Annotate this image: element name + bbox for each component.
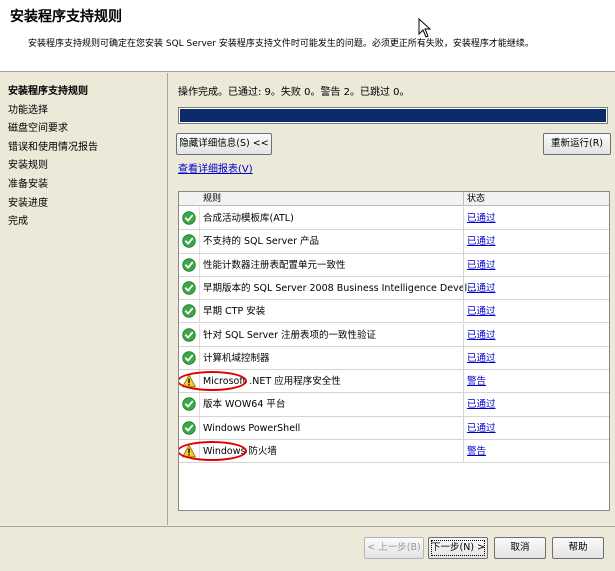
- sidebar-item-complete[interactable]: 完成: [0, 213, 167, 232]
- rule-name: 性能计数器注册表配置单元一致性: [203, 259, 346, 271]
- mouse-cursor-icon: [418, 18, 432, 38]
- previous-button[interactable]: < 上一步(B): [364, 537, 424, 559]
- check-icon: [182, 234, 196, 248]
- check-icon: [182, 351, 196, 365]
- table-row: 早期版本的 SQL Server 2008 Business Intellige…: [179, 276, 609, 301]
- progress-bar-fill: [180, 109, 606, 122]
- rule-name: 版本 WOW64 平台: [203, 399, 286, 411]
- rule-name: 不支持的 SQL Server 产品: [203, 236, 320, 248]
- sidebar-item-error-reporting[interactable]: 错误和使用情况报告: [0, 139, 167, 158]
- cancel-button[interactable]: 取消: [494, 537, 546, 559]
- check-icon: [182, 257, 196, 272]
- check-icon: [182, 397, 196, 412]
- rule-name: 早期 CTP 安装: [203, 306, 266, 318]
- rule-status-link[interactable]: 已通过: [467, 393, 496, 416]
- table-row: Windows 防火墙 警告: [179, 440, 609, 464]
- rules-table: 规则 状态 合成活动模板库(ATL) 已通过 不支持的 SQL Server 产品已…: [178, 191, 610, 511]
- table-row: 版本 WOW64 平台 已通过: [179, 393, 609, 417]
- next-button[interactable]: 下一步(N) >: [428, 537, 488, 559]
- table-row: 不支持的 SQL Server 产品 已通过: [179, 230, 609, 254]
- rule-name: Windows 防火墙: [203, 446, 277, 457]
- table-row: 性能计数器注册表配置单元一致性 已通过: [179, 253, 609, 277]
- table-row: Microsoft .NET 应用程序安全性 警告: [179, 370, 609, 394]
- sidebar-item-ready-to-install[interactable]: 准备安装: [0, 176, 167, 195]
- table-row: 合成活动模板库(ATL) 已通过: [179, 207, 609, 231]
- sidebar-item-disk-space[interactable]: 磁盘空间要求: [0, 120, 167, 139]
- check-icon: [182, 420, 196, 435]
- rule-name: Microsoft .NET 应用程序安全性: [203, 376, 341, 388]
- sidebar-item-install-progress[interactable]: 安装进度: [0, 195, 167, 214]
- column-header-status[interactable]: 状态: [467, 192, 485, 206]
- warning-icon: [181, 444, 197, 458]
- page-title: 安装程序支持规则: [10, 9, 122, 25]
- check-icon: [182, 327, 196, 342]
- page-description: 安装程序支持规则可确定在您安装 SQL Server 安装程序支持文件时可能发生…: [28, 39, 534, 49]
- rule-status-link[interactable]: 已通过: [467, 324, 496, 347]
- progress-bar: [178, 107, 608, 124]
- sidebar-item-support-rules[interactable]: 安装程序支持规则: [0, 83, 167, 102]
- sidebar-item-feature-selection[interactable]: 功能选择: [0, 102, 167, 121]
- sidebar-item-install-rules[interactable]: 安装规则: [0, 157, 167, 176]
- main-panel: 操作完成。已通过: 9。失败 0。警告 2。已跳过 0。 隐藏详细信息(S) <…: [170, 73, 615, 525]
- table-header: 规则 状态: [179, 192, 609, 206]
- rerun-button[interactable]: 重新运行(R): [543, 133, 611, 155]
- help-button[interactable]: 帮助: [552, 537, 604, 559]
- rule-status-link[interactable]: 已通过: [467, 300, 496, 323]
- view-report-link[interactable]: 查看详细报表(V): [178, 160, 253, 175]
- rule-name: 针对 SQL Server 注册表项的一致性验证: [203, 329, 377, 341]
- rule-name: 合成活动模板库(ATL): [203, 213, 294, 224]
- column-header-rule[interactable]: 规则: [203, 192, 221, 206]
- hide-details-button[interactable]: 隐藏详细信息(S) <<: [176, 133, 272, 155]
- rule-status-link[interactable]: 已通过: [467, 417, 496, 440]
- table-row: 早期 CTP 安装 已通过: [179, 300, 609, 324]
- check-icon: [182, 211, 196, 225]
- rule-status-link[interactable]: 已通过: [467, 207, 496, 230]
- operation-status-text: 操作完成。已通过: 9。失败 0。警告 2。已跳过 0。: [178, 87, 410, 98]
- check-icon: [182, 281, 196, 295]
- footer: < 上一步(B) 下一步(N) > 取消 帮助: [0, 526, 615, 571]
- rule-name: 计算机域控制器: [203, 352, 270, 364]
- header: 安装程序支持规则 安装程序支持规则可确定在您安装 SQL Server 安装程序…: [0, 0, 615, 72]
- rule-status-link[interactable]: 已通过: [467, 277, 496, 300]
- table-row: 计算机域控制器 已通过: [179, 346, 609, 371]
- rule-name: Windows PowerShell: [203, 422, 301, 434]
- warning-icon: [181, 374, 197, 388]
- sidebar: 安装程序支持规则 功能选择 磁盘空间要求 错误和使用情况报告 安装规则 准备安装…: [0, 73, 168, 525]
- rule-status-link[interactable]: 警告: [467, 440, 486, 463]
- table-row: 针对 SQL Server 注册表项的一致性验证 已通过: [179, 323, 609, 347]
- rule-status-link[interactable]: 已通过: [467, 230, 496, 253]
- rule-name: 早期版本的 SQL Server 2008 Business Intellige…: [203, 282, 477, 294]
- check-icon: [182, 304, 196, 318]
- table-row: Windows PowerShell 已通过: [179, 416, 609, 440]
- rule-status-link[interactable]: 已通过: [467, 347, 496, 370]
- rule-status-link[interactable]: 警告: [467, 370, 486, 393]
- rule-status-link[interactable]: 已通过: [467, 254, 496, 277]
